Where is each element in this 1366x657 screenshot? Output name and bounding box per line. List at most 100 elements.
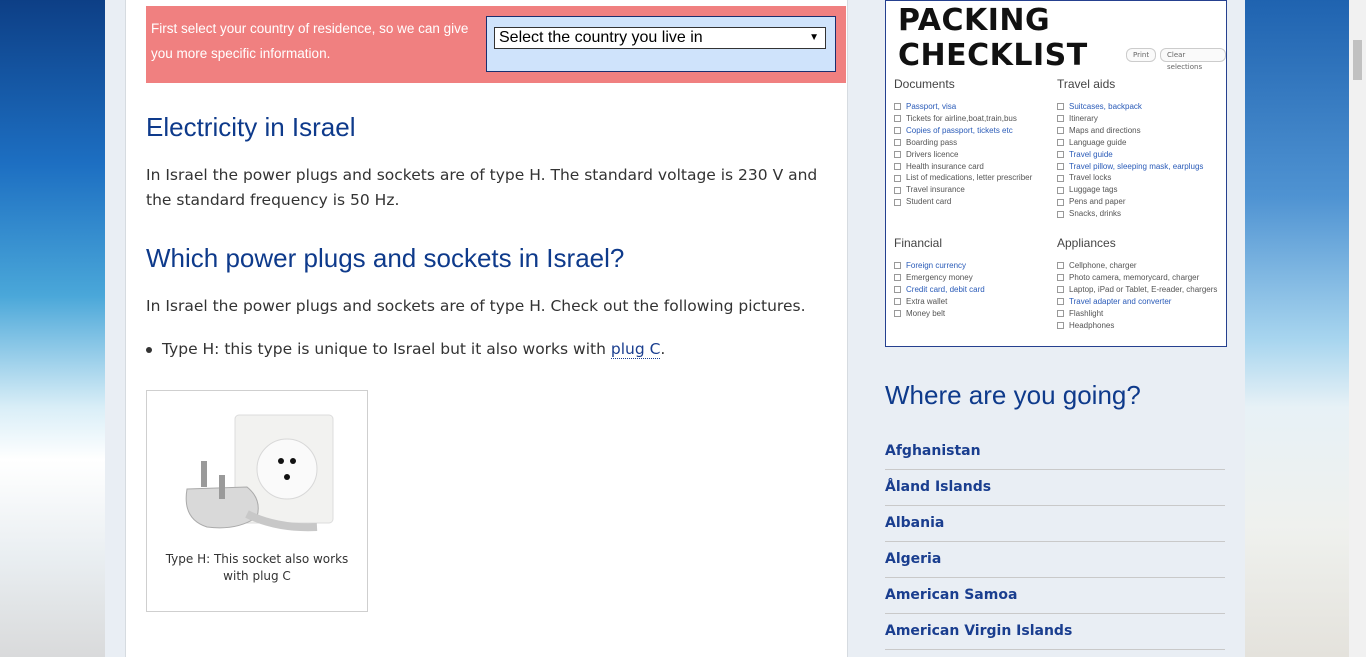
checkbox[interactable] [1057, 274, 1064, 282]
checkbox[interactable] [1057, 103, 1064, 111]
plug-c-link[interactable]: plug C [610, 340, 661, 359]
checklist-item[interactable]: Copies of passport, tickets etc [894, 125, 1032, 137]
checkbox[interactable] [894, 262, 901, 270]
checklist-item-label[interactable]: Travel guide [1069, 150, 1113, 159]
country-link[interactable]: Albania [885, 515, 944, 531]
checkbox[interactable] [1057, 286, 1064, 294]
country-link[interactable]: Algeria [885, 551, 941, 567]
checklist-item[interactable]: Student card [894, 196, 1032, 208]
checkbox[interactable] [894, 310, 901, 318]
clear-selections-button[interactable]: Clear selections [1160, 48, 1226, 71]
checkbox[interactable] [894, 103, 901, 111]
checklist-item[interactable]: Extra wallet [894, 296, 985, 308]
checklist-item[interactable]: Maps and directions [1057, 125, 1203, 137]
checklist-item-label[interactable]: Copies of passport, tickets etc [906, 126, 1013, 135]
checklist-item-label: Luggage tags [1069, 185, 1118, 195]
country-select[interactable]: Select the country you live in ▼ [494, 27, 826, 49]
country-item[interactable]: Afghanistan [885, 434, 1225, 470]
checklist-item[interactable]: Travel guide [1057, 149, 1203, 161]
checklist-item[interactable]: Travel adapter and converter [1057, 296, 1217, 308]
checklist-item[interactable]: Headphones [1057, 320, 1217, 332]
checkbox[interactable] [1057, 127, 1064, 135]
country-link[interactable]: American Virgin Islands [885, 623, 1072, 639]
documents-column: Documents Passport, visa Tickets for airl… [894, 77, 1032, 208]
checklist-item[interactable]: Boarding pass [894, 137, 1032, 149]
checklist-item-label: Travel locks [1069, 173, 1112, 183]
checklist-item[interactable]: Travel pillow, sleeping mask, earplugs [1057, 161, 1203, 173]
checkbox[interactable] [1057, 151, 1064, 159]
country-item[interactable]: Albania [885, 506, 1225, 542]
type-h-socket-image [185, 414, 334, 532]
checklist-item[interactable]: Credit card, debit card [894, 284, 985, 296]
checklist-item[interactable]: Travel locks [1057, 172, 1203, 184]
checklist-item-label[interactable]: Travel pillow, sleeping mask, earplugs [1069, 162, 1203, 171]
bullet-text: Type H: this type is unique to Israel bu… [162, 340, 611, 358]
checklist-item[interactable]: Language guide [1057, 137, 1203, 149]
checkbox[interactable] [894, 286, 901, 294]
checkbox[interactable] [1057, 174, 1064, 182]
checkbox[interactable] [1057, 262, 1064, 270]
financial-heading: Financial [894, 236, 943, 250]
checkbox[interactable] [1057, 198, 1064, 206]
checkbox[interactable] [894, 298, 901, 306]
checkbox[interactable] [1057, 162, 1064, 170]
checkbox[interactable] [1057, 115, 1064, 123]
checklist-item-label: Snacks, drinks [1069, 209, 1122, 219]
country-link[interactable]: Åland Islands [885, 479, 991, 495]
checklist-item[interactable]: Luggage tags [1057, 184, 1203, 196]
checklist-item[interactable]: Pens and paper [1057, 196, 1203, 208]
scrollbar[interactable] [1349, 0, 1366, 657]
checklist-item[interactable]: Cellphone, charger [1057, 260, 1217, 272]
country-item[interactable]: American Samoa [885, 578, 1225, 614]
country-item[interactable]: American Virgin Islands [885, 614, 1225, 650]
checklist-item[interactable]: Foreign currency [894, 260, 985, 272]
scrollbar-thumb[interactable] [1353, 40, 1362, 80]
checklist-item[interactable]: Photo camera, memorycard, charger [1057, 272, 1217, 284]
checklist-item-label[interactable]: Suitcases, backpack [1069, 102, 1142, 111]
country-link[interactable]: Afghanistan [885, 443, 981, 459]
checklist-item[interactable]: Suitcases, backpack [1057, 101, 1203, 113]
checklist-item-label[interactable]: Credit card, debit card [906, 285, 985, 294]
checkbox[interactable] [894, 115, 901, 123]
checkbox[interactable] [1057, 186, 1064, 194]
checklist-item-label[interactable]: Passport, visa [906, 102, 956, 111]
checkbox[interactable] [1057, 310, 1064, 318]
travel-aids-heading: Travel aids [1057, 77, 1116, 91]
checkbox[interactable] [894, 198, 901, 206]
checklist-item[interactable]: Emergency money [894, 272, 985, 284]
checkbox[interactable] [1057, 210, 1064, 218]
print-button[interactable]: Print [1126, 48, 1157, 62]
checkbox[interactable] [894, 127, 901, 135]
checklist-item[interactable]: Tickets for airline,boat,train,bus [894, 113, 1032, 125]
checkbox[interactable] [1057, 321, 1064, 329]
documents-heading: Documents [894, 77, 955, 91]
checkbox[interactable] [894, 186, 901, 194]
checklist-item[interactable]: Drivers licence [894, 149, 1032, 161]
country-link[interactable]: American Samoa [885, 587, 1017, 603]
checklist-item[interactable]: Laptop, iPad or Tablet, E-reader, charge… [1057, 284, 1217, 296]
checklist-item[interactable]: Flashlight [1057, 308, 1217, 320]
checklist-item[interactable]: Passport, visa [894, 101, 1032, 113]
country-item[interactable]: Åland Islands [885, 470, 1225, 506]
checklist-item[interactable]: Itinerary [1057, 113, 1203, 125]
country-item[interactable]: Algeria [885, 542, 1225, 578]
checkbox[interactable] [894, 274, 901, 282]
checklist-item[interactable]: List of medications, letter prescriber [894, 172, 1032, 184]
checkbox[interactable] [894, 139, 901, 147]
checklist-item[interactable]: Snacks, drinks [1057, 208, 1203, 220]
checkbox[interactable] [894, 151, 901, 159]
checklist-item[interactable]: Travel insurance [894, 184, 1032, 196]
checklist-item-label: Boarding pass [906, 137, 958, 147]
checklist-item-label[interactable]: Foreign currency [906, 261, 966, 270]
checklist-item-label: Health insurance card [906, 161, 984, 171]
checkbox[interactable] [894, 162, 901, 170]
checklist-item[interactable]: Health insurance card [894, 161, 1032, 173]
where-going-title: Where are you going? [885, 380, 1141, 410]
bullet-end: . [660, 340, 666, 358]
checklist-item-label[interactable]: Travel adapter and converter [1069, 297, 1171, 306]
checkbox[interactable] [1057, 139, 1064, 147]
checkbox[interactable] [1057, 298, 1064, 306]
checklist-item-label: Photo camera, memorycard, charger [1069, 272, 1200, 282]
checklist-item[interactable]: Money belt [894, 308, 985, 320]
checkbox[interactable] [894, 174, 901, 182]
